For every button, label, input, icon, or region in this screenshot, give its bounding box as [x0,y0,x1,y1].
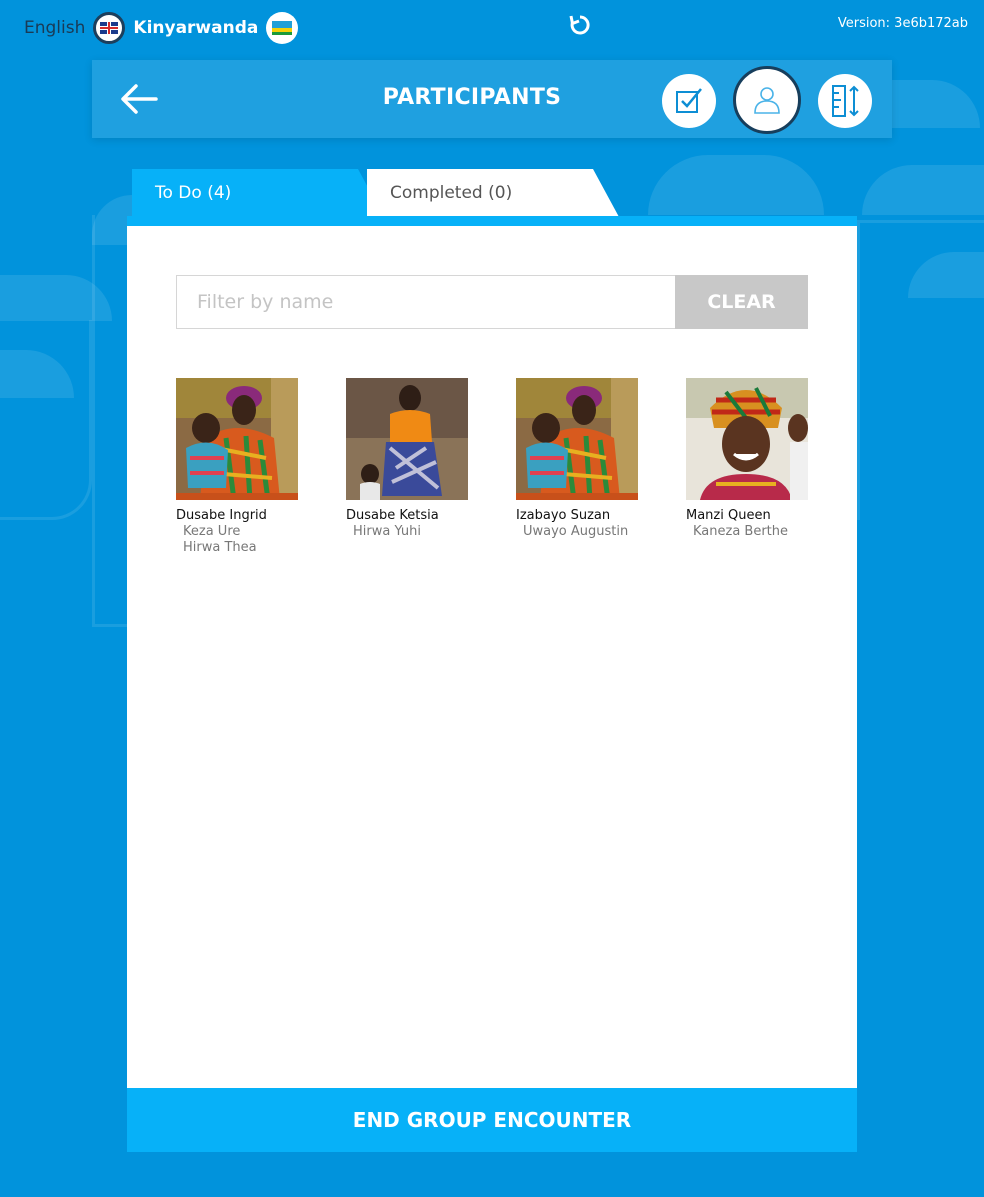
tab-completed[interactable]: Completed (0) [367,169,619,217]
participant-name: Manzi Queen [686,508,771,523]
child-name: Uwayo Augustin [523,524,629,539]
participant-list: Dusabe Ingrid Keza Ure Hirwa Thea Dusabe… [176,378,808,578]
participant-card[interactable]: Dusabe Ketsia Hirwa Yuhi [346,378,468,539]
refresh-icon[interactable] [569,14,591,41]
participant-name: Izabayo Suzan [516,508,611,523]
participant-name: Dusabe Ingrid [176,508,267,523]
child-name: Hirwa Thea [183,540,257,555]
child-name: Hirwa Yuhi [353,524,422,539]
tab-underline [127,216,857,226]
uk-flag-icon[interactable] [93,12,126,44]
page-header: PARTICIPANTS [92,60,892,138]
child-name: Kaneza Berthe [693,524,789,539]
kinyarwanda-language-label[interactable]: Kinyarwanda [133,18,258,38]
participant-card[interactable]: Manzi Queen Kaneza Berthe [686,378,808,539]
english-language-label[interactable]: English [24,18,85,38]
participants-card: CLEAR Dusabe [127,216,857,1152]
participant-photo[interactable] [346,378,468,500]
participant-name: Dusabe Ketsia [346,508,439,523]
end-group-encounter-button[interactable]: END GROUP ENCOUNTER [127,1088,857,1152]
tab-todo[interactable]: To Do (4) [132,169,384,217]
participant-icon[interactable] [733,66,801,134]
measure-icon[interactable] [818,74,872,128]
filter-bar: CLEAR [176,275,808,329]
participant-photo[interactable] [686,378,808,500]
participant-photo[interactable] [516,378,638,500]
filter-by-name-input[interactable] [176,275,675,329]
clear-button[interactable]: CLEAR [675,275,808,329]
participant-card[interactable]: Dusabe Ingrid Keza Ure Hirwa Thea [176,378,298,555]
checklist-icon[interactable] [662,74,716,128]
participant-card[interactable]: Izabayo Suzan Uwayo Augustin [516,378,638,539]
language-selector: English Kinyarwanda [24,12,299,44]
version-text: Version: 3e6b172ab [837,16,968,31]
child-name: Keza Ure [183,524,241,539]
participant-photo[interactable] [176,378,298,500]
rwanda-flag-icon[interactable] [266,12,299,44]
